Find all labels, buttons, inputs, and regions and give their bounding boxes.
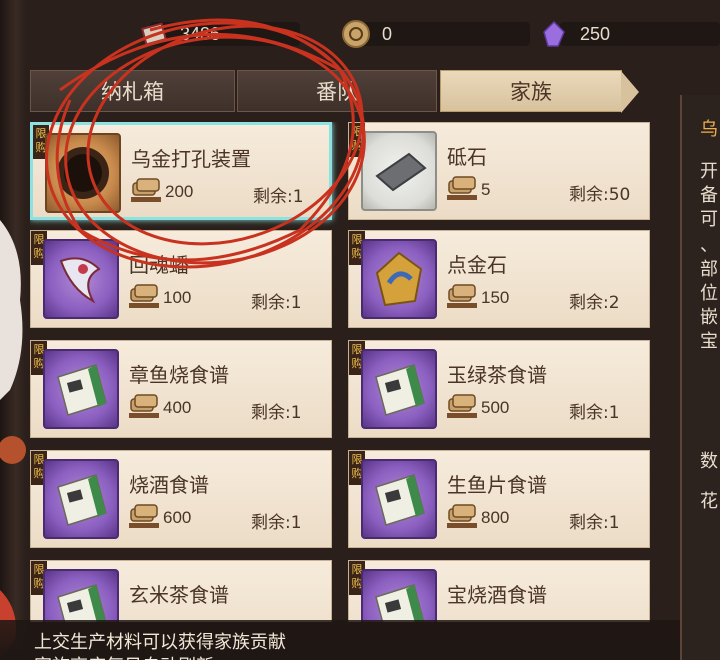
soul-banner-icon <box>43 239 119 319</box>
item-name: 回魂蟠 <box>129 253 189 277</box>
item-name: 砥石 <box>447 145 487 169</box>
shop-item-card[interactable]: 限购 砥石 5 剩余:50 <box>348 122 650 220</box>
item-name: 乌金打孔装置 <box>131 147 251 171</box>
shop-item-card[interactable]: 限购 乌金打孔装置 200 剩余:1 <box>30 122 332 220</box>
detail-line: 嵌 <box>700 307 718 328</box>
clan-contribution-icon <box>445 281 479 311</box>
item-price: 100 <box>163 288 192 307</box>
footer-tip: 上交生产材料可以获得家族贡献 <box>34 632 286 653</box>
currency-crystal-value: 250 <box>580 23 611 44</box>
ticket-icon <box>140 20 168 48</box>
detail-quantity-label: 数 <box>700 451 718 472</box>
shop-item-card[interactable]: 限购 烧酒食谱 600 剩余:1 <box>30 450 332 548</box>
recipe-book-icon <box>43 349 119 429</box>
clan-contribution-icon <box>129 175 163 205</box>
item-remaining: 剩余:1 <box>251 513 302 533</box>
item-name: 章鱼烧食谱 <box>129 363 229 387</box>
item-remaining: 剩余:1 <box>569 513 620 533</box>
tab-clan[interactable]: 家族 <box>440 70 639 113</box>
coin-icon <box>342 20 370 48</box>
currency-coin-value: 0 <box>382 23 393 44</box>
detail-line: 开 <box>700 161 718 182</box>
detail-line: 位 <box>700 283 718 304</box>
detail-cost-label: 花 <box>700 491 718 512</box>
tab-nazha-box[interactable]: 纳札箱 <box>30 70 235 112</box>
item-remaining: 剩余:1 <box>569 403 620 423</box>
shop-tabs: 纳札箱 番队 家族 <box>30 70 640 114</box>
currency-ticket: 3486 <box>140 18 220 50</box>
recipe-book-icon <box>43 569 119 622</box>
item-price: 800 <box>481 508 510 527</box>
footer-tip-2: 家族商店每日自动刷新 <box>34 652 214 660</box>
item-remaining: 剩余:1 <box>253 187 304 207</box>
item-remaining: 剩余:2 <box>569 293 620 313</box>
item-remaining: 剩余:1 <box>251 293 302 313</box>
item-price: 150 <box>481 288 510 307</box>
tab-squad[interactable]: 番队 <box>237 70 437 112</box>
recipe-book-icon <box>361 569 437 622</box>
shop-item-card[interactable]: 限购 回魂蟠 100 剩余:1 <box>30 230 332 328</box>
item-name: 宝烧酒食谱 <box>447 583 547 607</box>
shop-item-card[interactable]: 限购 点金石 150 剩余:2 <box>348 230 650 328</box>
tab-arrow <box>621 71 639 113</box>
crystal-icon <box>540 20 568 48</box>
shop-item-card[interactable]: 限购 宝烧酒食谱 <box>348 560 650 622</box>
character-portrait <box>0 210 30 660</box>
item-name: 玄米茶食谱 <box>129 583 229 607</box>
recipe-book-icon <box>43 459 119 539</box>
clan-contribution-icon <box>445 501 479 531</box>
detail-line: 、 <box>700 235 718 256</box>
shop-item-card[interactable]: 限购 玄米茶食谱 <box>30 560 332 622</box>
currency-crystal: 250 <box>540 18 610 50</box>
item-price: 400 <box>163 398 192 417</box>
tab-clan-label: 家族 <box>510 80 552 104</box>
item-remaining: 剩余:1 <box>251 403 302 423</box>
item-name: 玉绿茶食谱 <box>447 363 547 387</box>
clan-contribution-icon <box>445 391 479 421</box>
currency-bar: 3486 0 250 <box>120 14 720 52</box>
shop-item-card[interactable]: 限购 生鱼片食谱 800 剩余:1 <box>348 450 650 548</box>
item-price: 600 <box>163 508 192 527</box>
item-price: 5 <box>481 180 491 199</box>
detail-title: 乌 <box>700 119 718 140</box>
item-grid: 限购 乌金打孔装置 200 剩余:1 限购 砥石 5 剩余:50 限购 回魂蟠 100 剩余:1 限购点… <box>30 122 652 622</box>
clan-contribution-icon <box>127 501 161 531</box>
detail-line: 备 <box>700 185 718 206</box>
shop-item-card[interactable]: 限购 章鱼烧食谱 400 剩余:1 <box>30 340 332 438</box>
detail-line: 部 <box>700 259 718 280</box>
drill-ring-icon <box>45 133 121 213</box>
clan-contribution-icon <box>445 173 479 203</box>
item-name: 生鱼片食谱 <box>447 473 547 497</box>
item-name: 点金石 <box>447 253 507 277</box>
clan-contribution-icon <box>127 281 161 311</box>
clan-contribution-icon <box>127 391 161 421</box>
recipe-book-icon <box>361 459 437 539</box>
detail-line: 宝 <box>700 331 718 352</box>
item-price: 200 <box>165 182 194 201</box>
shop-item-card[interactable]: 限购 玉绿茶食谱 500 剩余:1 <box>348 340 650 438</box>
whetstone-icon <box>361 131 437 211</box>
item-price: 500 <box>481 398 510 417</box>
item-name: 烧酒食谱 <box>129 473 209 497</box>
gold-stone-icon <box>361 239 437 319</box>
detail-line: 可 <box>700 209 718 230</box>
recipe-book-icon <box>361 349 437 429</box>
currency-ticket-value: 3486 <box>180 23 221 44</box>
item-remaining: 剩余:50 <box>569 185 631 205</box>
currency-coin: 0 <box>342 18 392 50</box>
